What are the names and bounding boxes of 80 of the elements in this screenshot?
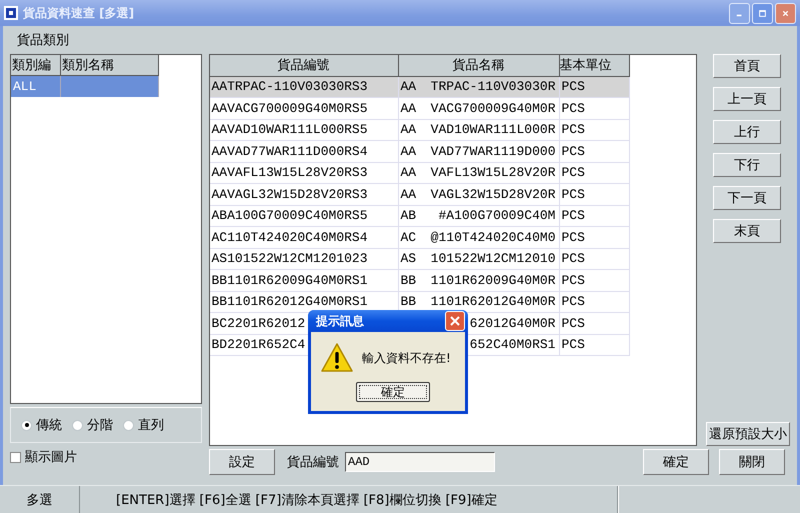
product-name[interactable]: VAD10WAR111L000R — [430, 122, 558, 138]
category-code[interactable]: AA — [400, 122, 430, 138]
maximize-icon — [759, 8, 766, 18]
table-cell[interactable]: PCS — [560, 227, 630, 248]
product-name[interactable]: 1101R62012G40M0R — [430, 294, 558, 310]
nav-button[interactable]: 下行 — [713, 153, 782, 177]
view-mode-radio[interactable]: 分階 — [72, 416, 113, 434]
column-header[interactable]: 類別編 — [11, 55, 61, 76]
category-name-cell[interactable] — [61, 76, 159, 97]
table-cell[interactable]: PCS — [560, 162, 630, 184]
status-hint: [ENTER]選擇 [F6]全選 [F7]清除本頁選擇 [F8]欄位切換 [F9]確定 — [116, 492, 498, 508]
table-cell[interactable]: AS101522W12CM1201023 — [210, 248, 398, 270]
table-cell[interactable]: AC110T424020C40M0RS4 — [210, 227, 398, 248]
close-button[interactable] — [775, 2, 796, 24]
app-icon — [4, 6, 18, 20]
view-mode-radio[interactable]: 傳統 — [21, 416, 62, 434]
close-icon — [449, 315, 461, 327]
minimize-button[interactable] — [729, 2, 750, 24]
product-name[interactable]: VAFL13W15L28V20R — [430, 165, 558, 180]
nav-button[interactable]: 末頁 — [713, 219, 782, 243]
category-code[interactable]: AB — [400, 208, 430, 224]
category-code[interactable]: AA — [400, 100, 430, 116]
product-name[interactable]: @110T424020C40M0 — [430, 230, 558, 245]
view-mode-radio[interactable]: 直列 — [123, 416, 164, 434]
nav-button[interactable]: 上行 — [713, 120, 782, 144]
show-images-checkbox[interactable]: 顯示圖片 — [10, 446, 202, 467]
nav-button[interactable]: 上一頁 — [713, 87, 782, 111]
table-cell[interactable]: AATRPAC-110V03030RS3 — [210, 76, 398, 98]
ok-button[interactable]: 確定 — [356, 382, 430, 402]
category-code[interactable]: AA — [400, 79, 430, 94]
status-mode: 多選 — [26, 492, 52, 508]
product-code-field[interactable]: AAD — [345, 452, 495, 472]
table-cell[interactable]: PCS — [560, 334, 630, 356]
product-code-label: 貨品編號 — [287, 454, 339, 471]
category-code[interactable]: AS — [400, 251, 430, 266]
category-code[interactable]: AA — [400, 144, 430, 159]
nav-button[interactable]: 首頁 — [713, 54, 782, 78]
table-cell[interactable]: PCS — [560, 76, 630, 98]
column-header[interactable]: 貨品名稱 — [398, 55, 560, 76]
table-cell[interactable]: PCS — [560, 313, 630, 334]
product-name[interactable]: 1101R62009G40M0R — [430, 272, 558, 288]
product-name[interactable]: VACG700009G40M0R — [430, 100, 558, 116]
category-label: 貨品類別 — [17, 32, 69, 49]
table-cell[interactable]: PCS — [560, 292, 630, 313]
nav-button[interactable]: 下一頁 — [713, 186, 782, 210]
table-cell[interactable]: PCS — [560, 206, 630, 227]
table-cell[interactable]: BB1101R62009G40M0RS1 — [210, 270, 398, 292]
column-header[interactable]: 基本單位 — [560, 55, 630, 76]
table-cell[interactable]: ABA100G70009C40M0RS5 — [210, 206, 398, 227]
dialog-title: 提示訊息 — [316, 312, 365, 330]
category-code[interactable]: BB — [400, 272, 430, 288]
settings-button[interactable]: 設定 — [209, 449, 275, 475]
category-code[interactable]: AA — [400, 186, 430, 202]
table-cell[interactable]: PCS — [560, 98, 630, 120]
window-title: 貨品資料速查 [多選] — [23, 4, 136, 22]
table-cell[interactable]: PCS — [560, 141, 630, 162]
table-cell[interactable]: PCS — [560, 184, 630, 206]
table-cell[interactable]: AAVAGL32W15D28V20RS3 — [210, 184, 398, 206]
table-cell[interactable]: PCS — [560, 270, 630, 292]
close-window-button[interactable]: 關閉 — [719, 449, 785, 475]
category-code[interactable]: BB — [400, 294, 430, 310]
table-cell[interactable]: AAVAD10WAR111L000RS5 — [210, 120, 398, 141]
category-code[interactable]: AA — [400, 165, 430, 180]
column-header[interactable]: 類別名稱 — [61, 55, 159, 76]
table-cell[interactable]: PCS — [560, 248, 630, 270]
confirm-button[interactable]: 確定 — [643, 449, 709, 475]
product-name[interactable]: TRPAC-110V03030R — [430, 79, 558, 94]
restore-size-button[interactable]: 還原預設大小 — [706, 422, 790, 446]
table-cell[interactable]: AAVACG700009G40M0RS5 — [210, 98, 398, 120]
product-name[interactable]: VAGL32W15D28V20R — [430, 186, 558, 202]
table-cell[interactable]: PCS — [560, 120, 630, 141]
product-name[interactable]: #A100G70009C40M — [430, 208, 558, 224]
category-code[interactable]: AC — [400, 230, 430, 245]
table-cell[interactable]: AAVAFL13W15L28V20RS3 — [210, 162, 398, 184]
column-header[interactable]: 貨品編號 — [210, 55, 398, 76]
warning-icon — [320, 342, 354, 374]
product-name[interactable]: VAD77WAR1119D000 — [430, 144, 558, 159]
product-name[interactable]: 101522W12CM12010 — [430, 251, 558, 266]
table-cell[interactable]: AAVAD77WAR111D000RS4 — [210, 141, 398, 162]
maximize-button[interactable] — [752, 2, 773, 24]
